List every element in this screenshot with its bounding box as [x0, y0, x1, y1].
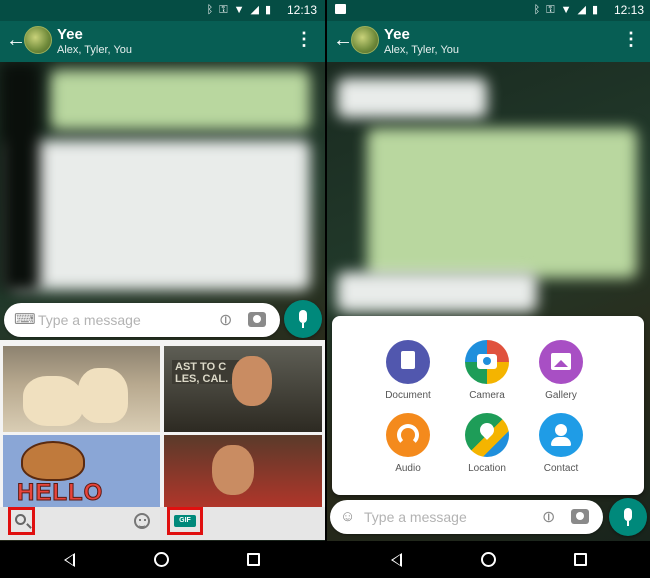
signal-icon: ◢: [577, 4, 586, 16]
battery-icon: ▮: [591, 4, 598, 16]
message-bubble: [367, 128, 637, 278]
gif-toolbar: [0, 507, 325, 540]
chat-title[interactable]: Yee: [57, 26, 83, 43]
attach-document[interactable]: Document: [376, 340, 440, 401]
back-arrow-icon[interactable]: ←: [333, 30, 353, 50]
mic-button[interactable]: [284, 300, 322, 338]
group-avatar[interactable]: [351, 26, 379, 54]
screen-gif-picker: ᛒ ⚿ ▼ ◢ ▮ 12:13 ← Yee Alex, Tyler, You ⋮…: [0, 0, 325, 578]
gif-hello-text: HELLO: [16, 479, 104, 507]
bluetooth-icon: ᛒ: [533, 4, 541, 16]
status-icons: ᛒ ⚿ ▼ ◢ ▮: [207, 3, 271, 17]
mic-icon: [624, 508, 632, 521]
gif-button-highlighted[interactable]: GIF: [167, 507, 203, 535]
message-bubble: [50, 70, 310, 130]
group-avatar[interactable]: [24, 26, 52, 54]
message-bubble: [337, 272, 537, 312]
dark-edge: [0, 62, 40, 292]
back-arrow-icon[interactable]: ←: [6, 30, 26, 50]
wifi-icon: ▼: [233, 4, 245, 16]
battery-icon: ▮: [264, 4, 271, 16]
gif-thumbnail-dogs[interactable]: [3, 346, 160, 432]
contact-icon: [539, 413, 583, 457]
attach-label: Location: [468, 463, 506, 474]
chat-header: ← Yee Alex, Tyler, You ⋮: [0, 21, 325, 62]
gallery-icon: [539, 340, 583, 384]
keyboard-icon[interactable]: ⌨: [14, 311, 36, 329]
chat-subtitle[interactable]: Alex, Tyler, You: [384, 44, 459, 56]
mic-icon: [299, 310, 307, 323]
message-input[interactable]: ☺ Type a message ⊘: [330, 500, 603, 534]
nav-home-icon[interactable]: [154, 552, 169, 567]
location-icon: [465, 413, 509, 457]
nav-back-icon[interactable]: [391, 553, 402, 567]
signal-icon: ◢: [250, 4, 259, 16]
message-input[interactable]: ⌨ Type a message ⊘: [4, 303, 280, 337]
emoji-icon[interactable]: ☺: [340, 508, 355, 526]
key-icon: ⚿: [546, 4, 555, 16]
camera-icon: [465, 340, 509, 384]
status-icons: ᛒ ⚿ ▼ ◢ ▮: [534, 3, 598, 17]
system-nav-bar: [0, 541, 325, 578]
gif-panel: AST TO C LES, CAL. HELLO: [0, 340, 325, 540]
document-icon: [386, 340, 430, 384]
attach-label: Contact: [543, 463, 579, 474]
gif-thumbnail-man[interactable]: AST TO C LES, CAL.: [164, 346, 322, 432]
overflow-menu-icon[interactable]: ⋮: [622, 30, 640, 48]
chat-subtitle[interactable]: Alex, Tyler, You: [57, 44, 132, 56]
message-bubble: [10, 140, 310, 290]
overflow-menu-icon[interactable]: ⋮: [295, 30, 313, 48]
status-bar: ᛒ ⚿ ▼ ◢ ▮ 12:13: [0, 0, 325, 21]
chat-title[interactable]: Yee: [384, 26, 410, 43]
image-notification-icon: [335, 4, 346, 14]
message-placeholder: Type a message: [38, 312, 141, 328]
gif-thumbnail-hello[interactable]: HELLO: [3, 435, 160, 507]
clock: 12:13: [613, 3, 644, 17]
gif-icon: GIF: [174, 515, 196, 527]
attach-icon[interactable]: ⊘: [213, 308, 237, 332]
mic-button[interactable]: [609, 498, 647, 536]
message-bubble: [337, 78, 487, 118]
chat-header: ← Yee Alex, Tyler, You ⋮: [327, 21, 650, 62]
nav-back-icon[interactable]: [64, 553, 75, 567]
system-nav-bar: [327, 541, 650, 578]
nav-recents-icon[interactable]: [574, 553, 587, 566]
attach-icon[interactable]: ⊘: [536, 505, 560, 529]
nav-recents-icon[interactable]: [247, 553, 260, 566]
status-bar: ᛒ ⚿ ▼ ◢ ▮ 12:13: [327, 0, 650, 21]
attach-label: Camera: [469, 390, 505, 401]
attach-contact[interactable]: Contact: [529, 413, 593, 474]
attach-audio[interactable]: Audio: [376, 413, 440, 474]
search-icon: [15, 514, 26, 525]
attach-camera[interactable]: Camera: [455, 340, 519, 401]
key-icon: ⚿: [219, 4, 228, 16]
nav-home-icon[interactable]: [481, 552, 496, 567]
camera-icon[interactable]: [248, 312, 266, 327]
attach-menu: Document Camera Gallery Audio Location C…: [332, 316, 644, 495]
attach-label: Audio: [395, 463, 421, 474]
attach-label: Gallery: [545, 390, 577, 401]
camera-icon[interactable]: [571, 509, 589, 524]
message-placeholder: Type a message: [364, 509, 467, 525]
attach-location[interactable]: Location: [455, 413, 519, 474]
screen-attach-menu: ᛒ ⚿ ▼ ◢ ▮ 12:13 ← Yee Alex, Tyler, You ⋮…: [327, 0, 650, 578]
search-button-highlighted[interactable]: [8, 507, 35, 535]
attach-label: Document: [385, 390, 431, 401]
attach-gallery[interactable]: Gallery: [529, 340, 593, 401]
wifi-icon: ▼: [560, 4, 572, 16]
clock: 12:13: [286, 3, 317, 17]
emoji-icon[interactable]: [134, 513, 150, 529]
gif-thumbnail-boy[interactable]: [164, 435, 322, 507]
bluetooth-icon: ᛒ: [206, 4, 214, 16]
headphones-icon: [386, 413, 430, 457]
